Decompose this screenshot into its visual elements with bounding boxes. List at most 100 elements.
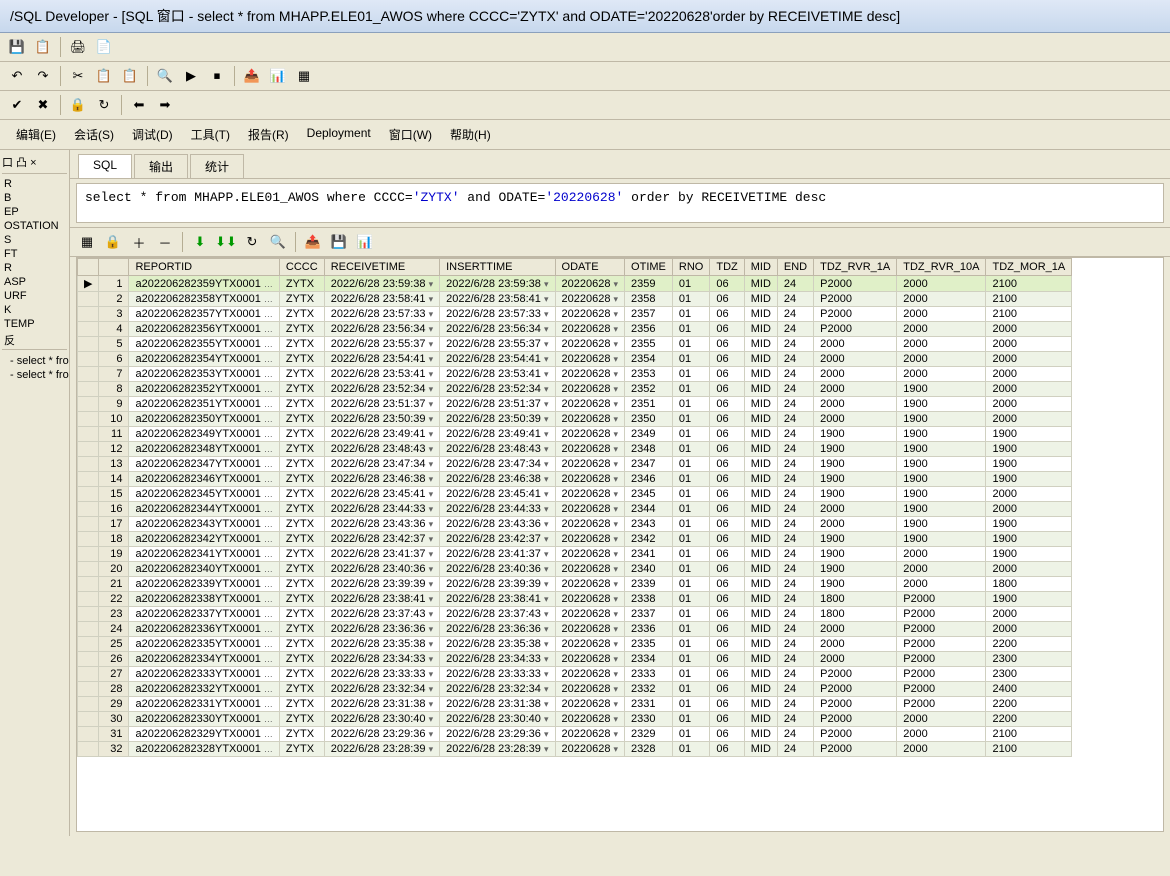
cell[interactable]: 24 — [777, 487, 813, 502]
cell[interactable]: 2022/6/28 23:51:37 ▾ — [324, 397, 439, 412]
cell[interactable]: ZYTX — [279, 697, 324, 712]
cell[interactable]: 1900 — [814, 532, 897, 547]
cell[interactable]: MID — [744, 352, 777, 367]
cell[interactable]: 24 — [777, 352, 813, 367]
cell[interactable]: MID — [744, 276, 777, 292]
cell[interactable]: 2000 — [986, 352, 1072, 367]
cell[interactable]: ZYTX — [279, 532, 324, 547]
cell[interactable]: MID — [744, 667, 777, 682]
cell[interactable]: 20220628 ▾ — [555, 276, 625, 292]
cell[interactable]: ZYTX — [279, 607, 324, 622]
cell[interactable]: 01 — [672, 322, 709, 337]
cell[interactable]: 2333 — [625, 667, 673, 682]
cell[interactable]: 01 — [672, 487, 709, 502]
print-icon[interactable]: 🖨 — [67, 36, 89, 58]
cell[interactable]: 2000 — [814, 367, 897, 382]
cell[interactable]: 24 — [777, 307, 813, 322]
cell[interactable]: 2345 — [625, 487, 673, 502]
cell[interactable]: 20220628 ▾ — [555, 397, 625, 412]
cell[interactable]: 06 — [710, 442, 744, 457]
cell[interactable]: 2337 — [625, 607, 673, 622]
cell[interactable]: 2022/6/28 23:35:38 ▾ — [440, 637, 555, 652]
cell[interactable]: 01 — [672, 292, 709, 307]
cell[interactable]: 1900 — [814, 547, 897, 562]
tree-item[interactable]: R — [2, 177, 67, 191]
cell[interactable]: 2022/6/28 23:28:39 ▾ — [440, 742, 555, 757]
cell[interactable]: a202206282330YTX0001 … — [129, 712, 279, 727]
cell[interactable]: 1900 — [897, 427, 986, 442]
cell[interactable]: 06 — [710, 367, 744, 382]
table-row[interactable]: 17a202206282343YTX0001 …ZYTX2022/6/28 23… — [78, 517, 1072, 532]
table-row[interactable]: 31a202206282329YTX0001 …ZYTX2022/6/28 23… — [78, 727, 1072, 742]
cell[interactable]: 2358 — [625, 292, 673, 307]
cell[interactable]: 06 — [710, 307, 744, 322]
cell[interactable]: 2022/6/28 23:31:38 ▾ — [324, 697, 439, 712]
column-header[interactable]: INSERTTIME — [440, 259, 555, 276]
cell[interactable]: 06 — [710, 427, 744, 442]
cell[interactable]: a202206282355YTX0001 … — [129, 337, 279, 352]
table-row[interactable]: 14a202206282346YTX0001 …ZYTX2022/6/28 23… — [78, 472, 1072, 487]
cell[interactable]: 24 — [777, 607, 813, 622]
cell[interactable]: 01 — [672, 307, 709, 322]
cell[interactable]: 01 — [672, 727, 709, 742]
cell[interactable]: 1900 — [986, 532, 1072, 547]
cell[interactable]: 2022/6/28 23:41:37 ▾ — [324, 547, 439, 562]
tree-item[interactable]: FT — [2, 247, 67, 261]
cell[interactable]: 2000 — [814, 637, 897, 652]
cell[interactable]: 01 — [672, 622, 709, 637]
cell[interactable]: P2000 — [897, 622, 986, 637]
cell[interactable]: P2000 — [897, 607, 986, 622]
cell[interactable]: ZYTX — [279, 397, 324, 412]
cell[interactable]: 20220628 ▾ — [555, 487, 625, 502]
tree-item[interactable]: URF — [2, 289, 67, 303]
cell[interactable]: ZYTX — [279, 622, 324, 637]
cell[interactable]: 2022/6/28 23:53:41 ▾ — [324, 367, 439, 382]
cell[interactable]: 2329 — [625, 727, 673, 742]
cell[interactable]: 2022/6/28 23:36:36 ▾ — [324, 622, 439, 637]
cell[interactable]: 20220628 ▾ — [555, 742, 625, 757]
table-row[interactable]: 18a202206282342YTX0001 …ZYTX2022/6/28 23… — [78, 532, 1072, 547]
cell[interactable]: 24 — [777, 502, 813, 517]
cell[interactable]: 2022/6/28 23:55:37 ▾ — [440, 337, 555, 352]
cell[interactable]: a202206282332YTX0001 … — [129, 682, 279, 697]
cell[interactable]: 2100 — [986, 292, 1072, 307]
cell[interactable]: 24 — [777, 712, 813, 727]
cell[interactable]: 24 — [777, 382, 813, 397]
cell[interactable]: 24 — [777, 547, 813, 562]
table-row[interactable]: 11a202206282349YTX0001 …ZYTX2022/6/28 23… — [78, 427, 1072, 442]
cell[interactable]: a202206282336YTX0001 … — [129, 622, 279, 637]
save-icon[interactable]: 💾 — [6, 36, 28, 58]
cell[interactable]: 2000 — [897, 547, 986, 562]
cell[interactable]: 20220628 ▾ — [555, 697, 625, 712]
cell[interactable]: 06 — [710, 457, 744, 472]
cell[interactable]: P2000 — [814, 322, 897, 337]
cell[interactable]: 06 — [710, 742, 744, 757]
cell[interactable]: 24 — [777, 532, 813, 547]
cell[interactable]: 24 — [777, 697, 813, 712]
cell[interactable]: 24 — [777, 412, 813, 427]
cell[interactable]: 01 — [672, 592, 709, 607]
cell[interactable]: 1900 — [814, 577, 897, 592]
cell[interactable]: 06 — [710, 292, 744, 307]
cell[interactable]: a202206282328YTX0001 … — [129, 742, 279, 757]
cell[interactable]: ZYTX — [279, 307, 324, 322]
cell[interactable]: 24 — [777, 517, 813, 532]
tab[interactable]: 输出 — [134, 154, 188, 178]
cell[interactable]: ZYTX — [279, 276, 324, 292]
cell[interactable]: 06 — [710, 487, 744, 502]
cell[interactable]: 2000 — [814, 517, 897, 532]
cell[interactable]: 2347 — [625, 457, 673, 472]
cell[interactable]: P2000 — [897, 637, 986, 652]
cell[interactable]: 20220628 ▾ — [555, 307, 625, 322]
cell[interactable]: 20220628 ▾ — [555, 457, 625, 472]
cell[interactable]: P2000 — [814, 292, 897, 307]
cell[interactable]: 01 — [672, 742, 709, 757]
cell[interactable]: 20220628 ▾ — [555, 442, 625, 457]
cell[interactable]: 2000 — [897, 712, 986, 727]
cell[interactable]: 01 — [672, 382, 709, 397]
cell[interactable]: 24 — [777, 727, 813, 742]
column-header[interactable]: MID — [744, 259, 777, 276]
cell[interactable]: 06 — [710, 697, 744, 712]
cell[interactable]: ZYTX — [279, 547, 324, 562]
cell[interactable]: P2000 — [814, 697, 897, 712]
